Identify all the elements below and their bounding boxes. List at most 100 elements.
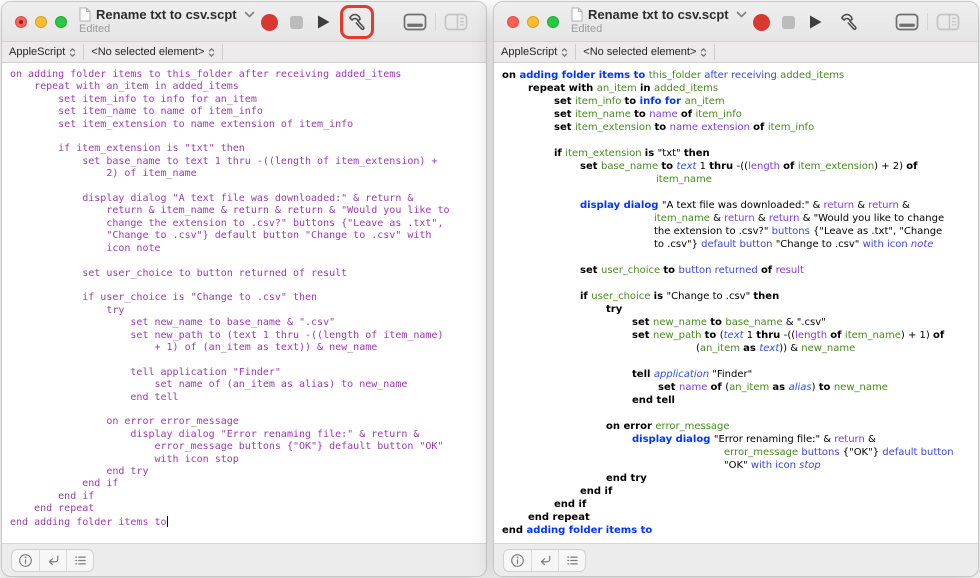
play-icon (316, 14, 331, 30)
close-button[interactable] (15, 16, 27, 28)
code-line: "Change to .csv"} default button "Change… (10, 230, 486, 242)
title-bar[interactable]: Rename txt to csv.scpt Edited (2, 2, 486, 42)
chevron-down-icon[interactable] (244, 11, 255, 18)
language-dropdown[interactable]: AppleScript (494, 42, 575, 62)
code-line (502, 355, 978, 368)
code-line: set user_choice to button returned of re… (502, 264, 978, 277)
stop-icon (782, 16, 795, 29)
code-line: on error error_message (10, 416, 486, 428)
code-line: tell application "Finder" (502, 368, 978, 381)
updown-chevrons-icon (561, 47, 568, 58)
toolbar (261, 2, 468, 42)
code-line: end try (10, 466, 486, 478)
updown-chevrons-icon (700, 47, 707, 58)
status-bar (494, 543, 978, 576)
compile-highlight-annotation (340, 5, 374, 39)
code-line: display dialog "A text file was download… (10, 193, 486, 205)
event-log-button[interactable] (39, 550, 66, 571)
description-button[interactable] (504, 550, 531, 571)
code-line: if item_extension is "txt" then (10, 143, 486, 155)
code-line (10, 280, 486, 292)
close-button[interactable] (507, 16, 519, 28)
code-line: set item_extension to name extension of … (10, 119, 486, 131)
minimize-button[interactable] (527, 16, 539, 28)
chevron-down-icon[interactable] (736, 11, 747, 18)
stop-button[interactable] (782, 16, 795, 29)
edited-dot (19, 20, 23, 24)
code-line (502, 407, 978, 420)
accessory-view-switcher (503, 549, 586, 572)
code-line: repeat with an_item in added_items (10, 81, 486, 93)
code-line: + 1) of (an_item as text)) & new_name (10, 342, 486, 354)
code-line: set item_extension to name extension of … (502, 121, 978, 134)
bundle-contents-button[interactable] (558, 550, 585, 571)
code-line (502, 251, 978, 264)
code-line (10, 255, 486, 267)
code-line: end try (502, 472, 978, 485)
element-dropdown[interactable]: <No selected element> (84, 42, 222, 62)
code-line: display dialog "Error renaming file:" & … (502, 433, 978, 446)
navigation-bar: AppleScript <No selected element> (2, 42, 486, 63)
code-line: end tell (502, 394, 978, 407)
status-bar (2, 543, 486, 576)
script-source-uncompiled[interactable]: on adding folder items to this_folder af… (2, 63, 486, 543)
updown-chevrons-icon (208, 47, 215, 58)
show-bottom-pane-button[interactable] (895, 13, 919, 31)
code-line: on error error_message (502, 420, 978, 433)
show-bottom-pane-button[interactable] (403, 13, 427, 31)
stop-button[interactable] (290, 16, 303, 29)
language-dropdown-label: AppleScript (501, 46, 557, 58)
minimize-button[interactable] (35, 16, 47, 28)
record-button[interactable] (261, 14, 278, 31)
document-icon (79, 7, 91, 22)
record-icon (261, 14, 278, 31)
code-line (10, 404, 486, 416)
code-line: icon note (10, 243, 486, 255)
list-icon (73, 553, 88, 568)
code-line: end tell (10, 392, 486, 404)
element-dropdown-label: <No selected element> (583, 46, 696, 58)
bundle-contents-button[interactable] (66, 550, 93, 571)
code-line: set item_info to info for an_item (502, 95, 978, 108)
code-line: try (10, 305, 486, 317)
code-line: set new_name to base_name & ".csv" (10, 317, 486, 329)
code-line: set name of (an_item as alias) to new_na… (502, 381, 978, 394)
description-button[interactable] (12, 550, 39, 571)
run-button[interactable] (316, 14, 331, 30)
run-button[interactable] (808, 14, 823, 30)
hammer-icon (839, 12, 860, 33)
code-line: end adding folder items to (10, 516, 486, 529)
stop-icon (290, 16, 303, 29)
traffic-lights (507, 16, 559, 28)
code-line: set item_name to name of item_info (502, 108, 978, 121)
code-line: end if (502, 485, 978, 498)
traffic-lights (15, 16, 67, 28)
hammer-icon (347, 12, 368, 33)
language-dropdown-label: AppleScript (9, 46, 65, 58)
window-title: Rename txt to csv.scpt (588, 8, 729, 22)
code-line: end adding folder items to (502, 524, 978, 537)
code-line: with icon stop (10, 454, 486, 466)
code-line: "OK" with icon stop (502, 459, 978, 472)
code-line: set new_path to (text 1 thru -((length o… (10, 330, 486, 342)
bottom-pane-icon (403, 13, 427, 31)
toolbar (753, 2, 960, 42)
record-icon (753, 14, 770, 31)
fullscreen-button[interactable] (55, 16, 67, 28)
script-source-compiled[interactable]: on adding folder items to this_folder af… (494, 63, 978, 543)
fullscreen-button[interactable] (547, 16, 559, 28)
element-dropdown[interactable]: <No selected element> (576, 42, 714, 62)
record-button[interactable] (753, 14, 770, 31)
show-sidebar-button[interactable] (444, 13, 468, 31)
show-sidebar-button[interactable] (936, 13, 960, 31)
compile-button[interactable] (347, 12, 368, 33)
info-icon (18, 553, 33, 568)
code-line: end if (502, 498, 978, 511)
compile-button[interactable] (839, 12, 860, 33)
play-icon (808, 14, 823, 30)
title-bar[interactable]: Rename txt to csv.scpt Edited (494, 2, 978, 42)
language-dropdown[interactable]: AppleScript (2, 42, 83, 62)
event-log-button[interactable] (531, 550, 558, 571)
code-line (10, 131, 486, 143)
compile-highlight-annotation (832, 5, 866, 39)
